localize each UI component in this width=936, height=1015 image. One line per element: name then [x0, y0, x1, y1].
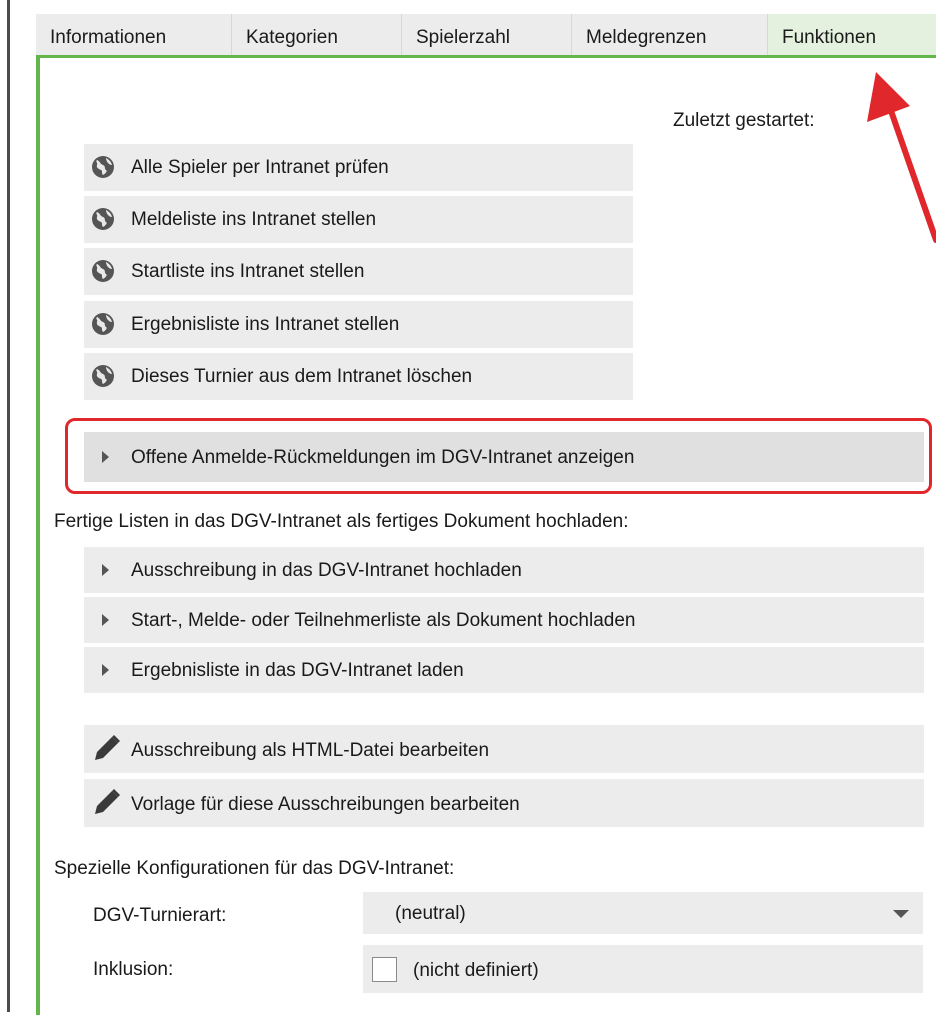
- edit-announcement-html-button[interactable]: Ausschreibung als HTML-Datei bearbeiten: [84, 725, 924, 773]
- globe-icon: [92, 365, 114, 387]
- upload-section-heading: Fertige Listen in das DGV-Intranet als f…: [54, 511, 629, 532]
- left-border-line: [7, 0, 10, 1012]
- tab-informationen[interactable]: Informationen: [36, 14, 232, 56]
- tab-meldegrenzen[interactable]: Meldegrenzen: [572, 14, 768, 56]
- inclusion-checkbox[interactable]: [372, 957, 397, 982]
- check-players-button[interactable]: Alle Spieler per Intranet prüfen: [84, 144, 633, 191]
- upload-results-button[interactable]: Ergebnisliste in das DGV-Intranet laden: [84, 647, 924, 693]
- tab-spielerzahl[interactable]: Spielerzahl: [402, 14, 572, 56]
- globe-icon: [92, 313, 114, 335]
- tab-label: Meldegrenzen: [586, 27, 707, 48]
- publish-results-button[interactable]: Ergebnisliste ins Intranet stellen: [84, 301, 633, 348]
- pencil-icon: [95, 789, 120, 814]
- chevron-down-icon: [893, 910, 909, 918]
- highlight-box: [65, 418, 932, 494]
- upload-announcement-button[interactable]: Ausschreibung in das DGV-Intranet hochla…: [84, 547, 924, 593]
- globe-icon: [92, 156, 114, 178]
- globe-icon: [92, 208, 114, 230]
- config-section-heading: Spezielle Konfigurationen für das DGV-In…: [54, 858, 455, 879]
- inclusion-label: Inklusion:: [93, 959, 174, 980]
- tab-kategorien[interactable]: Kategorien: [232, 14, 402, 56]
- publish-registration-list-button[interactable]: Meldeliste ins Intranet stellen: [84, 196, 633, 243]
- button-label: Start-, Melde- oder Teilnehmerliste als …: [131, 610, 636, 631]
- inclusion-value: (nicht definiert): [413, 960, 539, 981]
- tab-label: Informationen: [50, 27, 167, 48]
- button-label: Vorlage für diese Ausschreibungen bearbe…: [131, 794, 520, 815]
- tournament-type-select[interactable]: (neutral): [363, 892, 923, 934]
- tournament-type-label: DGV-Turnierart:: [93, 905, 227, 926]
- button-label: Ergebnisliste ins Intranet stellen: [131, 314, 400, 335]
- tab-funktionen[interactable]: Funktionen: [768, 14, 936, 56]
- tab-label: Spielerzahl: [416, 27, 510, 48]
- globe-icon: [92, 260, 114, 282]
- button-label: Meldeliste ins Intranet stellen: [131, 209, 377, 230]
- tournament-type-value: (neutral): [395, 903, 466, 924]
- tab-label: Kategorien: [246, 27, 338, 48]
- button-label: Ausschreibung in das DGV-Intranet hochla…: [131, 560, 522, 581]
- upload-list-document-button[interactable]: Start-, Melde- oder Teilnehmerliste als …: [84, 597, 924, 643]
- tab-label: Funktionen: [782, 27, 877, 48]
- tab-bar: Informationen Kategorien Spielerzahl Mel…: [36, 14, 936, 56]
- inclusion-field: (nicht definiert): [363, 945, 923, 993]
- button-label: Alle Spieler per Intranet prüfen: [131, 157, 389, 178]
- button-label: Dieses Turnier aus dem Intranet löschen: [131, 366, 473, 387]
- delete-tournament-button[interactable]: Dieses Turnier aus dem Intranet löschen: [84, 353, 633, 400]
- triangle-right-icon: [102, 664, 109, 676]
- button-label: Ergebnisliste in das DGV-Intranet laden: [131, 660, 464, 681]
- publish-start-list-button[interactable]: Startliste ins Intranet stellen: [84, 248, 633, 295]
- annotation-arrow: [867, 72, 936, 243]
- last-started-label: Zuletzt gestartet:: [673, 110, 815, 131]
- button-label: Ausschreibung als HTML-Datei bearbeiten: [131, 740, 490, 761]
- triangle-right-icon: [102, 564, 109, 576]
- button-label: Startliste ins Intranet stellen: [131, 261, 365, 282]
- triangle-right-icon: [102, 614, 109, 626]
- edit-template-button[interactable]: Vorlage für diese Ausschreibungen bearbe…: [84, 779, 924, 827]
- pencil-icon: [95, 735, 120, 760]
